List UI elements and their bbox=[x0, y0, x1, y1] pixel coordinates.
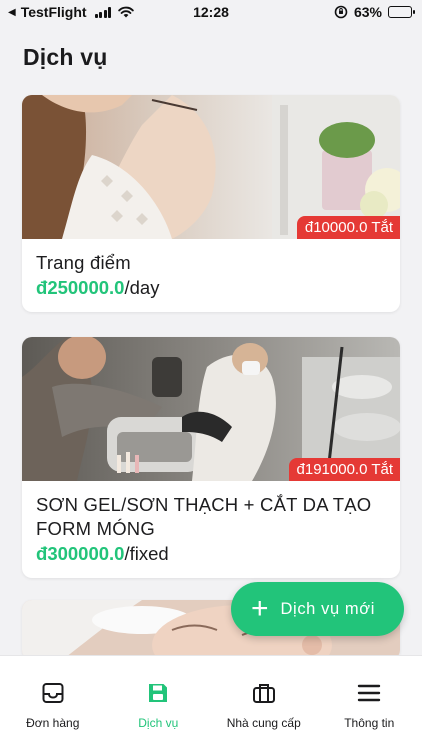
nav-label-orders: Đơn hàng bbox=[26, 716, 80, 730]
service-name: Trang điểm bbox=[36, 252, 131, 273]
price-value: 250000.0 bbox=[47, 277, 125, 298]
discount-badge: đ10000.0 Tắt bbox=[296, 216, 400, 239]
menu-icon bbox=[358, 684, 381, 702]
battery-percent: 63% bbox=[353, 4, 382, 20]
nav-label-services: Dịch vụ bbox=[138, 716, 179, 730]
inbox-icon bbox=[42, 683, 64, 703]
service-price: đ250000.0/day bbox=[36, 276, 386, 300]
price-unit: /fixed bbox=[124, 543, 169, 564]
page-title: Dịch vụ bbox=[23, 44, 108, 70]
new-service-button[interactable]: + Dịch vụ mới bbox=[231, 582, 404, 636]
orientation-lock-icon bbox=[334, 5, 348, 19]
nav-item-services[interactable]: Dịch vụ bbox=[106, 656, 212, 750]
service-image: đ10000.0 Tắt bbox=[22, 95, 400, 239]
battery-icon bbox=[388, 6, 415, 18]
status-right: 63% bbox=[334, 4, 415, 20]
nav-item-info[interactable]: Thông tin bbox=[317, 656, 422, 750]
service-image: đ191000.0 Tắt bbox=[22, 337, 400, 481]
service-info: SƠN GEL/SƠN THẠCH + CẮT DA TẠO FORM MÓNG… bbox=[22, 481, 400, 578]
service-price: đ300000.0/fixed bbox=[36, 542, 386, 566]
nav-label-info: Thông tin bbox=[344, 716, 395, 730]
discount-badge: đ191000.0 Tắt bbox=[288, 458, 400, 481]
nav-label-suppliers: Nhà cung cấp bbox=[226, 716, 301, 730]
nav-item-suppliers[interactable]: Nhà cung cấp bbox=[211, 656, 317, 750]
service-card[interactable]: đ191000.0 Tắt SƠN GEL/SƠN THẠCH + CẮT DA… bbox=[22, 337, 400, 578]
briefcase-icon bbox=[252, 684, 275, 703]
status-bar: ◀ TestFlight 12:28 63% bbox=[0, 0, 422, 24]
bottom-nav: Đơn hàng Dịch vụ Nhà cung cấp Thông tin bbox=[0, 655, 422, 750]
save-icon bbox=[149, 684, 168, 702]
new-service-label: Dịch vụ mới bbox=[280, 599, 375, 618]
service-name: SƠN GEL/SƠN THẠCH + CẮT DA TẠO FORM MÓNG bbox=[36, 494, 372, 539]
nav-item-orders[interactable]: Đơn hàng bbox=[0, 656, 106, 750]
currency-symbol: đ bbox=[36, 543, 48, 564]
price-value: 300000.0 bbox=[47, 543, 125, 564]
service-card[interactable]: đ10000.0 Tắt Trang điểm đ250000.0/day bbox=[22, 95, 400, 312]
service-info: Trang điểm đ250000.0/day bbox=[22, 239, 400, 312]
plus-icon: + bbox=[251, 592, 269, 625]
currency-symbol: đ bbox=[36, 277, 48, 298]
price-unit: /day bbox=[124, 277, 160, 298]
